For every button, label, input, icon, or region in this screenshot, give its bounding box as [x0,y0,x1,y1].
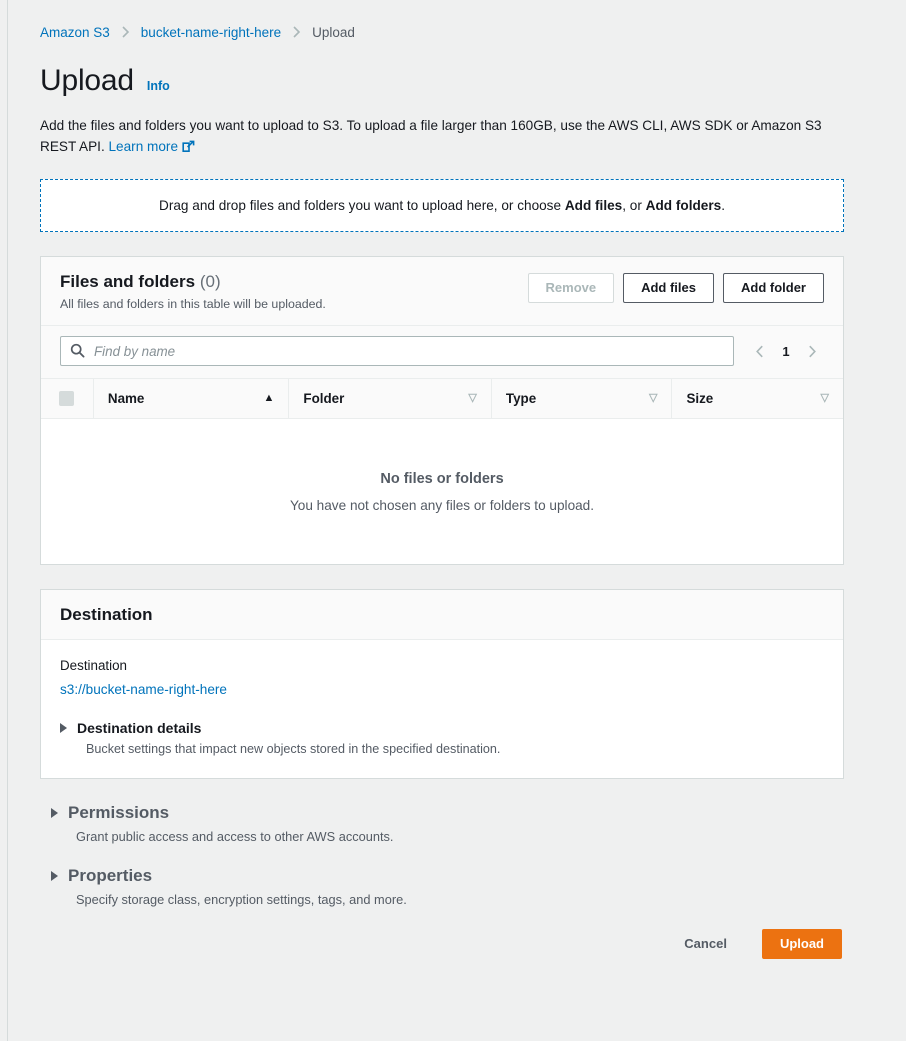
destination-card-body: Destination s3://bucket-name-right-here … [41,640,843,778]
properties-section: Properties Specify storage class, encryp… [40,866,844,908]
column-header-name-label: Name [107,391,145,406]
table-header-row: Name ▲ Folder ▽ Type ▽ Size ▽ [41,378,843,419]
pagination-prev-button[interactable] [748,338,772,364]
column-header-size[interactable]: Size ▽ [671,379,843,418]
properties-title: Properties [68,866,153,885]
files-card-heading-group: Files and folders (0) All files and fold… [60,271,326,312]
sort-none-icon-3: ▽ [820,392,830,404]
destination-value-link[interactable]: s3://bucket-name-right-here [60,682,824,697]
sort-ascending-icon: ▲ [263,392,275,404]
caret-right-icon-properties [51,871,58,881]
pagination-page-1[interactable]: 1 [777,344,795,359]
files-and-folders-card: Files and folders (0) All files and fold… [40,256,844,565]
destination-field-label: Destination [60,658,127,673]
destination-card-title: Destination [60,605,153,624]
files-count: (0) [199,272,221,291]
permissions-section: Permissions Grant public access and acce… [40,803,844,845]
permissions-title: Permissions [68,803,170,822]
column-header-name[interactable]: Name ▲ [92,379,289,418]
properties-toggle[interactable]: Properties [51,866,844,886]
dropzone-add-files-label[interactable]: Add files [565,198,622,213]
page-description: Add the files and folders you want to up… [40,115,840,159]
caret-right-icon [60,723,67,733]
select-all-checkbox[interactable] [59,391,74,406]
column-header-size-label: Size [686,391,714,406]
search-box [60,336,734,366]
destination-details-title: Destination details [77,720,202,736]
upload-button[interactable]: Upload [761,929,842,959]
breadcrumb-separator-icon-2 [292,26,301,38]
add-files-button[interactable]: Add files [623,273,714,303]
upload-page: Amazon S3 bucket-name-right-here Upload … [9,0,906,1041]
column-header-type-label: Type [505,391,537,406]
files-card-subtitle: All files and folders in this table will… [60,297,326,311]
destination-details-description: Bucket settings that impact new objects … [86,742,501,756]
left-nav-rail [0,0,8,1041]
properties-description: Specify storage class, encryption settin… [76,892,407,907]
external-link-icon[interactable] [182,138,195,159]
file-dropzone[interactable]: Drag and drop files and folders you want… [40,179,844,232]
search-input[interactable] [60,336,734,366]
breadcrumb-item-amazon-s3[interactable]: Amazon S3 [40,25,110,40]
empty-state-title: No files or folders [380,470,504,487]
breadcrumb-separator-icon [121,26,130,38]
destination-card: Destination Destination s3://bucket-name… [40,589,844,779]
add-folder-button[interactable]: Add folder [723,273,824,303]
empty-state-subtitle: You have not chosen any files or folders… [289,497,595,513]
sort-none-icon: ▽ [468,392,477,404]
dropzone-text: Drag and drop files and folders you want… [159,198,725,213]
dropzone-add-folders-label[interactable]: Add folders [646,198,722,213]
sort-none-icon-2: ▽ [648,392,658,404]
permissions-toggle[interactable]: Permissions [51,803,844,823]
table-toolbar: 1 [41,326,843,378]
learn-more-link[interactable]: Learn more [109,139,179,154]
breadcrumb: Amazon S3 bucket-name-right-here Upload [40,22,844,42]
table-empty-state: No files or folders You have not chosen … [41,419,843,564]
remove-button[interactable]: Remove [527,273,615,303]
page-title: Upload [40,64,134,97]
cancel-button[interactable]: Cancel [666,929,745,959]
files-card-header: Files and folders (0) All files and fold… [41,257,843,326]
page-header: Upload Info [40,64,844,98]
files-card-actions: Remove Add files Add folder [527,271,824,303]
breadcrumb-item-upload: Upload [312,24,355,40]
column-header-folder[interactable]: Folder ▽ [288,379,490,418]
breadcrumb-item-bucket[interactable]: bucket-name-right-here [141,25,281,40]
form-actions: Cancel Upload [40,929,844,959]
column-header-type[interactable]: Type ▽ [490,379,672,418]
files-card-title: Files and folders (0) [60,272,221,291]
pagination: 1 [748,338,824,364]
destination-details-toggle[interactable]: Destination details [60,720,824,736]
destination-card-header: Destination [41,590,843,640]
info-link[interactable]: Info [147,79,170,93]
permissions-description: Grant public access and access to other … [76,829,394,844]
caret-right-icon-permissions [51,808,58,818]
pagination-next-button[interactable] [800,338,824,364]
select-all-checkbox-cell [51,379,93,418]
column-header-folder-label: Folder [303,391,345,406]
